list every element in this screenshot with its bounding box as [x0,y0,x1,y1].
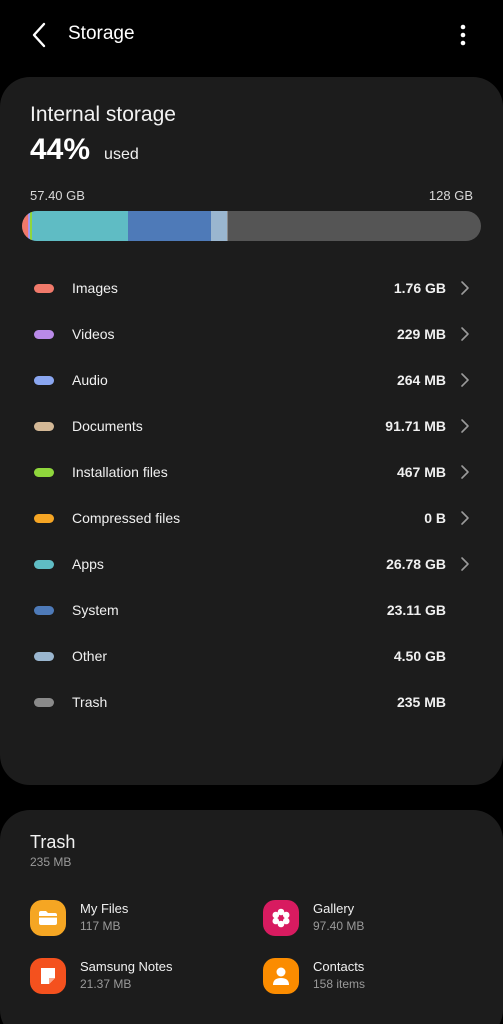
category-size: 4.50 GB [393,648,446,664]
category-label: Other [72,648,108,664]
trash-item-name: Contacts [313,959,365,974]
category-row-audio[interactable]: Audio 264 MB [0,357,503,403]
page-title: Storage [68,23,135,44]
category-row-documents[interactable]: Documents 91.71 MB [0,403,503,449]
category-color-dot [34,560,54,569]
trash-item-name: My Files [80,901,129,916]
category-color-dot [34,376,54,385]
trash-item-gallery[interactable]: Gallery 97.40 MB [263,896,483,940]
bar-segment-system [128,211,211,241]
category-color-dot [34,284,54,293]
category-size: 1.76 GB [393,280,446,296]
chevron-right-icon [461,465,469,479]
used-summary: 44% used [30,133,139,167]
more-options-button[interactable] [448,20,478,50]
trash-item-size: 21.37 MB [80,977,132,991]
category-color-dot [34,698,54,707]
category-row-images[interactable]: Images 1.76 GB [0,265,503,311]
category-size: 0 B [424,510,446,526]
bar-segment-other [210,211,228,241]
internal-storage-title: Internal storage [30,103,176,126]
trash-item-size: 158 items [313,977,366,991]
category-row-installation-files[interactable]: Installation files 467 MB [0,449,503,495]
category-color-dot [34,468,54,477]
trash-item-contacts[interactable]: Contacts 158 items [263,954,483,998]
storage-usage-bar [22,211,481,241]
chevron-right-icon [461,511,469,525]
category-size: 264 MB [396,372,446,388]
category-size: 91.71 MB [385,418,446,434]
chevron-right-icon [461,557,469,571]
category-color-dot [34,606,54,615]
flower-icon [263,900,299,936]
category-label: Documents [72,418,143,434]
category-size: 467 MB [396,464,446,480]
bar-segment-trash [227,211,228,241]
internal-storage-card: Internal storage 44% used 57.40 GB 128 G… [0,77,503,785]
more-vertical-icon [460,24,466,46]
category-row-other: Other 4.50 GB [0,633,503,679]
back-button[interactable] [26,20,52,50]
category-label: Audio [72,372,108,388]
trash-item-name: Samsung Notes [80,959,173,974]
contact-icon [263,958,299,994]
category-label: Compressed files [72,510,181,526]
category-color-dot [34,422,54,431]
trash-item-name: Gallery [313,901,355,916]
category-row-videos[interactable]: Videos 229 MB [0,311,503,357]
category-label: System [72,602,119,618]
category-row-compressed-files[interactable]: Compressed files 0 B [0,495,503,541]
chevron-left-icon [32,22,46,48]
category-row-trash: Trash 235 MB [0,679,503,725]
total-amount: 128 GB [428,188,473,203]
category-size: 23.11 GB [386,602,446,618]
app-bar: Storage [0,0,503,70]
used-amount: 57.40 GB [30,188,85,203]
category-size: 26.78 GB [386,556,446,572]
chevron-right-icon [461,327,469,341]
chevron-right-icon [461,373,469,387]
trash-item-size: 97.40 MB [313,919,365,933]
chevron-right-icon [461,281,469,295]
category-size: 229 MB [396,326,446,342]
folder-icon [30,900,66,936]
notes-icon [30,958,66,994]
category-color-dot [34,652,54,661]
chevron-right-icon [461,419,469,433]
used-percent: 44% [30,133,91,166]
trash-item-samsung-notes[interactable]: Samsung Notes 21.37 MB [30,954,250,998]
category-row-system: System 23.11 GB [0,587,503,633]
category-label: Trash [72,694,108,710]
category-label: Images [72,280,118,296]
trash-size: 235 MB [30,855,72,869]
bar-segment-apps [32,211,129,241]
category-color-dot [34,330,54,339]
category-row-apps[interactable]: Apps 26.78 GB [0,541,503,587]
category-label: Apps [72,556,104,572]
trash-item-my-files[interactable]: My Files 117 MB [30,896,250,940]
trash-title: Trash [30,832,76,852]
category-size: 235 MB [396,694,446,710]
trash-item-size: 117 MB [80,919,121,933]
category-color-dot [34,514,54,523]
used-label: used [104,146,139,163]
category-label: Installation files [72,464,168,480]
category-list: Images 1.76 GB Videos 229 MB Audio 264 MB Docu… [0,265,503,725]
trash-card: Trash 235 MB My Files 117 MB Gallery 97.40 … [0,810,503,1024]
category-label: Videos [72,326,115,342]
